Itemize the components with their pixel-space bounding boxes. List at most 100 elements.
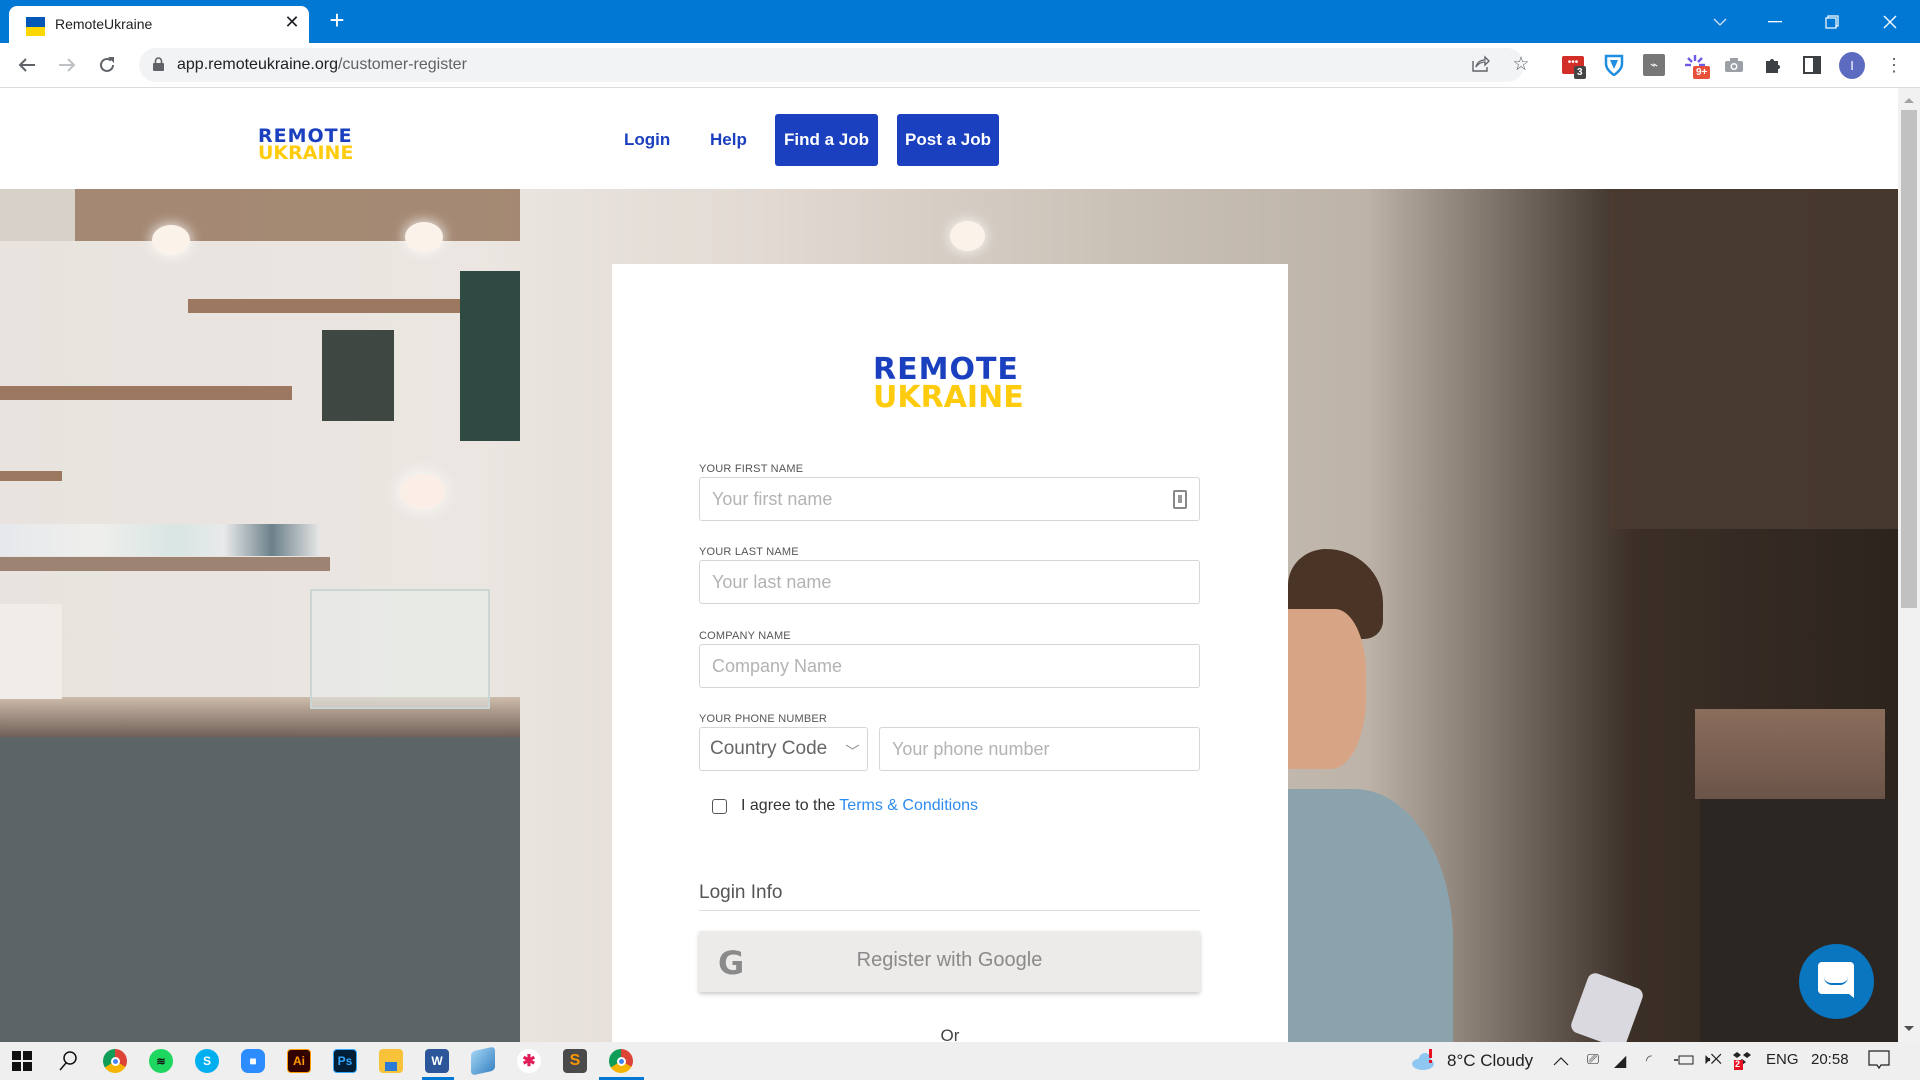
counter-dark	[1700, 799, 1898, 1042]
vpn-shield-extension-icon[interactable]	[1601, 52, 1627, 78]
battery-icon[interactable]	[1673, 1051, 1695, 1071]
browser-toolbar: app.remoteukraine.org/customer-register …	[0, 43, 1920, 88]
site-header: REMOTE UKRAINE Login Help Find a Job Pos…	[0, 88, 1898, 189]
divider	[699, 910, 1200, 911]
lamp-light	[950, 221, 985, 251]
profile-avatar[interactable]: I	[1839, 51, 1865, 79]
reload-button[interactable]	[93, 51, 121, 79]
show-hidden-icons-icon[interactable]	[1553, 1051, 1569, 1071]
clipboard	[0, 604, 62, 699]
post-a-job-button[interactable]: Post a Job	[897, 114, 999, 166]
word-app-icon[interactable]: W	[425, 1049, 449, 1073]
skype-app-icon[interactable]: S	[195, 1049, 219, 1073]
browser-tab-bar: RemoteUkraine ✕ +	[0, 0, 1920, 43]
ceiling-left	[0, 189, 75, 241]
language-indicator[interactable]: ENG	[1766, 1051, 1799, 1068]
chrome-profile-app-icon[interactable]	[609, 1049, 633, 1073]
ceiling-beam	[75, 189, 520, 241]
search-icon[interactable]	[56, 1049, 80, 1073]
last-name-input[interactable]: Your last name	[699, 560, 1200, 604]
tab-title: RemoteUkraine	[55, 16, 153, 32]
share-icon[interactable]	[1470, 54, 1492, 76]
chrome-app-icon[interactable]	[103, 1049, 127, 1073]
person-shirt	[1288, 789, 1453, 1042]
wall-shelf	[0, 386, 292, 400]
nav-help-link[interactable]: Help	[710, 130, 747, 150]
espresso-machine	[1695, 709, 1885, 799]
tab-close-icon[interactable]: ✕	[281, 12, 303, 33]
back-button[interactable]	[13, 51, 41, 79]
phone-number-input[interactable]: Your phone number	[879, 727, 1200, 771]
login-info-heading: Login Info	[699, 882, 783, 903]
wall-dark-panel	[1610, 189, 1898, 529]
header-logo[interactable]: REMOTE UKRAINE	[258, 126, 353, 163]
find-a-job-button[interactable]: Find a Job	[775, 114, 878, 166]
url-text[interactable]: app.remoteukraine.org/customer-register	[177, 56, 467, 74]
country-code-select[interactable]: Country Code	[699, 727, 868, 771]
card-logo: REMOTE UKRAINE	[873, 352, 1024, 415]
volume-muted-icon[interactable]: 🕨✕	[1701, 1051, 1722, 1068]
spotify-app-icon[interactable]: ≋	[149, 1049, 173, 1073]
restore-button[interactable]	[1804, 0, 1860, 43]
phone-in-hand	[1568, 970, 1646, 1042]
windows-start-icon[interactable]	[10, 1049, 34, 1073]
contact-card-icon[interactable]	[1173, 490, 1187, 509]
speaker-app-icon[interactable]: ◢	[1614, 1051, 1626, 1071]
tab-search-button[interactable]	[1692, 0, 1748, 43]
lastpass-extension-icon[interactable]: ••• 3	[1560, 52, 1586, 79]
zoom-app-icon[interactable]: ■	[241, 1049, 265, 1073]
scroll-up-arrow-icon[interactable]	[1904, 98, 1914, 103]
wifi-icon[interactable]: ◜	[1646, 1051, 1652, 1069]
lamp-light	[152, 225, 190, 255]
ukraine-flag-favicon-icon	[26, 17, 45, 36]
weather-icon[interactable]	[1411, 1048, 1437, 1077]
lamp-light	[400, 474, 445, 509]
terms-conditions-link[interactable]: Terms & Conditions	[839, 797, 978, 815]
wall-shelf	[0, 471, 62, 481]
wall-poster	[460, 271, 520, 441]
clickup-extension-icon[interactable]: 9+	[1682, 52, 1711, 79]
terms-agree-text: I agree to the	[741, 797, 836, 814]
file-explorer-icon[interactable]	[379, 1049, 403, 1073]
chevron-down-icon	[845, 738, 860, 754]
photoshop-app-icon[interactable]: Ps	[333, 1049, 357, 1073]
product-shelf	[0, 557, 330, 571]
notepad-app-icon[interactable]	[471, 1046, 495, 1076]
address-bar[interactable]: app.remoteukraine.org/customer-register …	[139, 48, 1530, 82]
browser-tab[interactable]: RemoteUkraine ✕	[9, 6, 309, 43]
new-tab-button[interactable]: +	[325, 5, 349, 36]
product-row	[0, 524, 320, 556]
phone-number-label: YOUR PHONE NUMBER	[699, 713, 828, 725]
counter-base	[0, 737, 520, 1042]
register-with-google-button[interactable]: G Register with Google	[699, 931, 1200, 992]
nav-login-link[interactable]: Login	[624, 130, 670, 150]
side-panel-icon[interactable]	[1799, 52, 1825, 78]
illustrator-app-icon[interactable]: Ai	[287, 1049, 311, 1073]
page-scrollbar[interactable]	[1898, 88, 1920, 1042]
lock-icon[interactable]	[153, 57, 164, 71]
dropbox-icon[interactable]: 2	[1733, 1051, 1753, 1076]
windows-taskbar: ≋ S ■ Ai Ps W ✱ S 8°C Cloudy ⎚ ◢ ◜ 🕨✕ 2 …	[0, 1042, 1920, 1080]
bookmark-star-icon[interactable]: ☆	[1510, 54, 1532, 76]
weather-text[interactable]: 8°C Cloudy	[1447, 1051, 1533, 1071]
terms-checkbox[interactable]	[712, 798, 727, 814]
slack-app-icon[interactable]: ✱	[517, 1049, 541, 1073]
hubspot-extension-icon[interactable]: ⌁	[1641, 52, 1667, 78]
company-name-input[interactable]: Company Name	[699, 644, 1200, 688]
minimize-button[interactable]	[1747, 0, 1803, 43]
chat-launcher-button[interactable]	[1799, 944, 1874, 1019]
camera-extension-icon[interactable]	[1721, 52, 1747, 78]
scroll-down-arrow-icon[interactable]	[1904, 1026, 1914, 1031]
first-name-input[interactable]: Your first name	[699, 477, 1200, 521]
scrollbar-thumb[interactable]	[1901, 110, 1917, 608]
person-face	[1288, 609, 1366, 769]
wall-poster	[322, 330, 394, 421]
notifications-icon[interactable]	[1868, 1050, 1890, 1075]
extensions-puzzle-icon[interactable]	[1760, 52, 1786, 78]
forward-button[interactable]	[53, 51, 81, 79]
clock[interactable]: 20:58	[1811, 1051, 1849, 1068]
meet-now-icon[interactable]: ⎚	[1587, 1051, 1599, 1068]
sublime-text-app-icon[interactable]: S	[563, 1049, 587, 1073]
browser-menu-icon[interactable]: ⋮	[1881, 52, 1907, 78]
close-window-button[interactable]	[1862, 0, 1918, 43]
